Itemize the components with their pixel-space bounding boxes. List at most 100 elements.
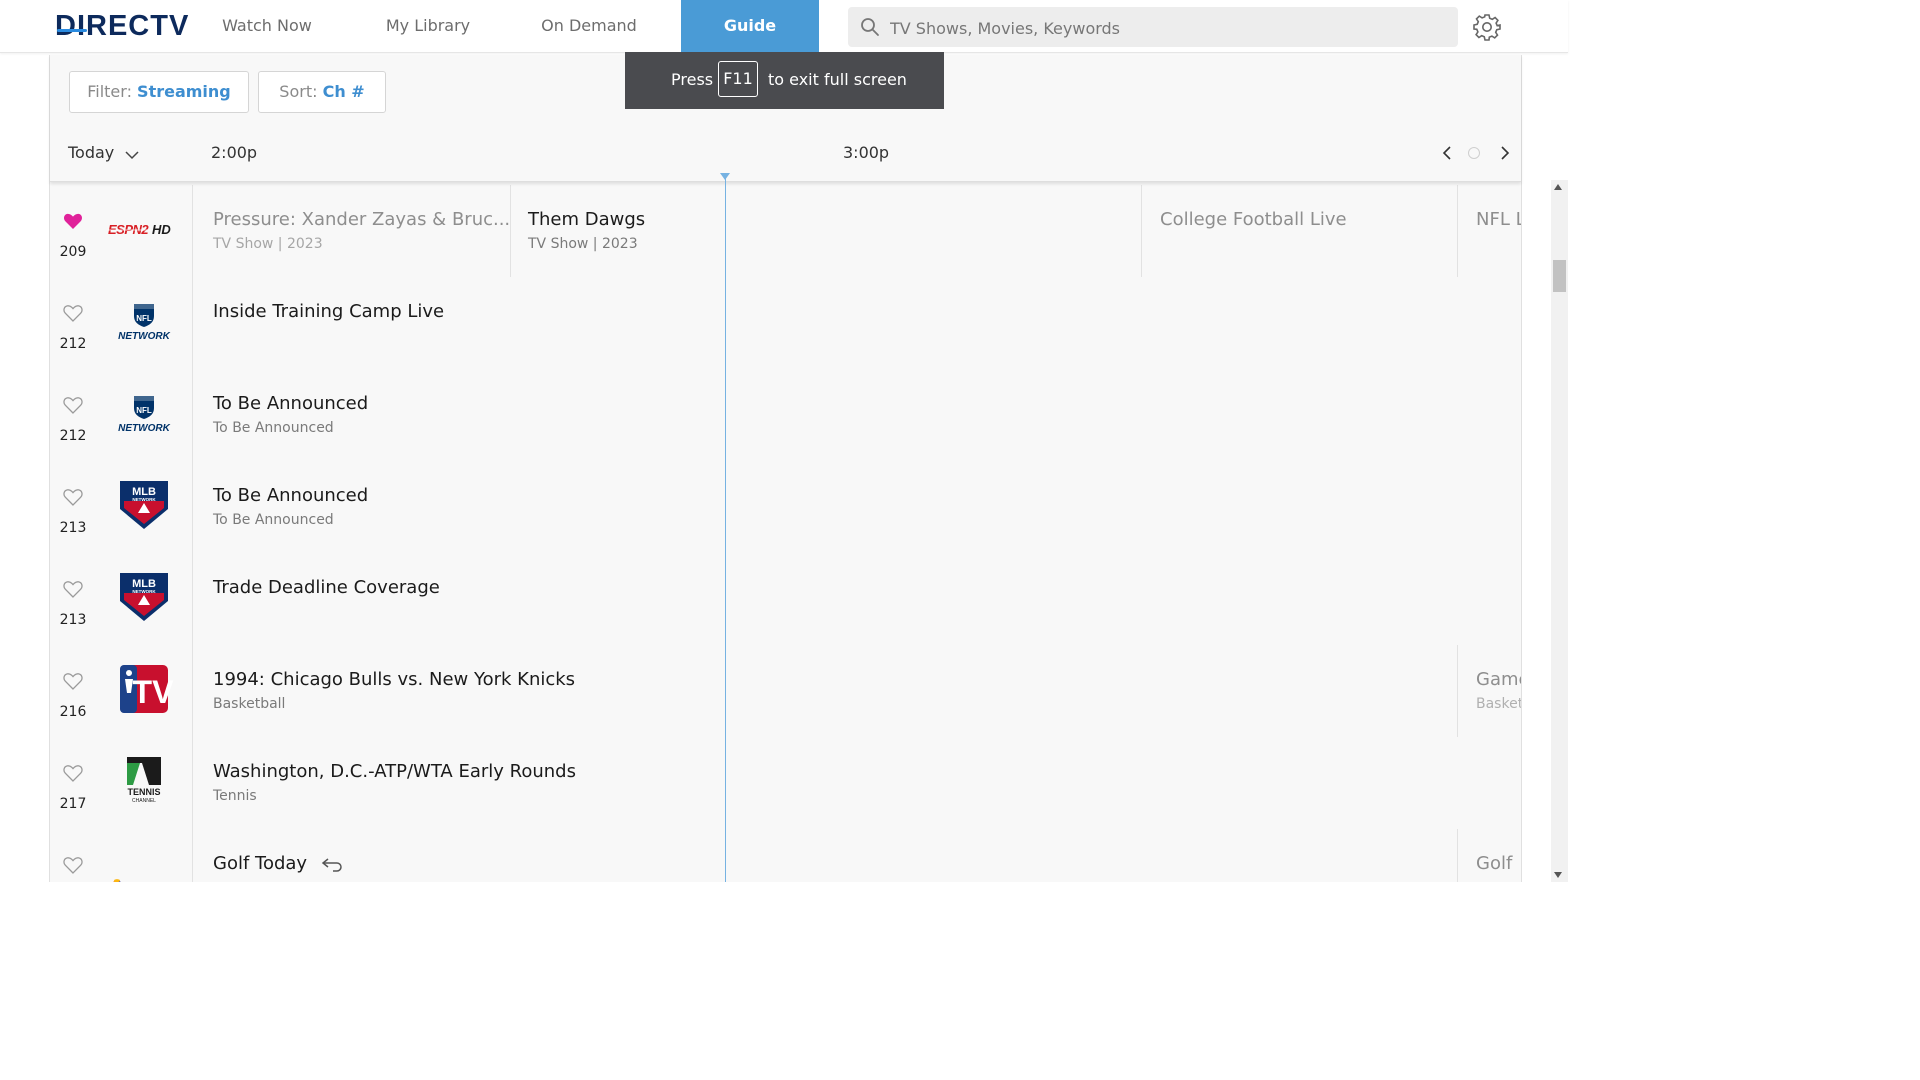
svg-text:ESPN2: ESPN2 — [108, 222, 149, 237]
nav-my-library[interactable]: My Library — [362, 0, 494, 52]
channel-info[interactable]: 212 NFL NETWORK — [50, 369, 193, 461]
program-title: Golf — [1476, 853, 1513, 874]
heart-icon[interactable] — [63, 211, 83, 231]
svg-text:NETWORK: NETWORK — [118, 331, 170, 342]
current-time-line — [725, 175, 726, 882]
program-cell[interactable] — [726, 185, 1142, 277]
search-input[interactable] — [888, 7, 1452, 49]
program-title: Washington, D.C.-ATP/WTA Early Rounds — [213, 761, 576, 782]
filter-button[interactable]: Filter: Streaming — [69, 71, 249, 113]
channel-info[interactable]: 216 TV — [50, 645, 193, 737]
program-subtitle: To Be Announced — [213, 420, 334, 436]
chevron-right-icon[interactable] — [1498, 145, 1512, 161]
current-time-marker — [720, 173, 730, 180]
channel-row: 217 TENNIS CHANNEL Washington, D.C.-ATP/… — [50, 737, 1521, 830]
scroll-down-arrow[interactable] — [1554, 872, 1562, 878]
channel-number: 212 — [59, 428, 87, 444]
svg-text:NETWORK: NETWORK — [132, 497, 156, 502]
nav-on-demand[interactable]: On Demand — [522, 0, 656, 52]
channel-row: 212 NFL NETWORK Inside Training Camp Liv… — [50, 277, 1521, 370]
program-title: Golf Today — [213, 853, 308, 874]
heart-icon[interactable] — [63, 487, 83, 507]
directv-logo[interactable]: DIRECTV — [55, 10, 189, 42]
channel-info[interactable]: 213 MLB NETWORK — [50, 461, 193, 553]
program-cell[interactable]: NFL L — [1458, 185, 1521, 277]
channel-row: 213 MLB NETWORK Trade Deadline Coverage — [50, 553, 1521, 646]
channel-number: 209 — [59, 244, 87, 260]
program-title: NFL L — [1476, 209, 1521, 230]
search-box[interactable] — [848, 7, 1458, 49]
program-title: 1994: Chicago Bulls vs. New York Knicks — [213, 669, 576, 690]
heart-icon[interactable] — [63, 303, 83, 323]
channel-number: 212 — [59, 336, 87, 352]
scrollbar-thumb[interactable] — [1553, 260, 1566, 292]
svg-text:TENNIS: TENNIS — [127, 787, 160, 797]
program-cell[interactable]: Trade Deadline Coverage — [193, 553, 1521, 645]
toast-key: F11 — [718, 61, 758, 97]
program-subtitle: Basket — [1476, 696, 1521, 712]
channel-info[interactable]: 217 TENNIS CHANNEL — [50, 737, 193, 829]
sort-button[interactable]: Sort: Ch # — [258, 71, 386, 113]
program-cell[interactable]: To Be Announced To Be Announced — [193, 369, 1521, 461]
day-selector[interactable]: Today — [68, 143, 139, 162]
program-title: Them Dawgs — [528, 209, 646, 230]
channel-info[interactable]: 209 ESPN2 HD — [50, 185, 193, 277]
heart-icon[interactable] — [63, 671, 83, 691]
tv-guide: Filter: Streaming Sort: Ch # Today 2:00p… — [49, 55, 1522, 882]
program-cell[interactable]: Pressure: Xander Zayas & Bruc... TV Show… — [193, 185, 511, 277]
heart-icon[interactable] — [63, 579, 83, 599]
program-title: Game — [1476, 669, 1521, 690]
nav-watch-now[interactable]: Watch Now — [202, 0, 332, 52]
toast-text-after: to exit full screen — [768, 70, 907, 89]
restart-icon — [321, 858, 342, 872]
channel-number: 216 — [59, 704, 87, 720]
channel-rows: 209 ESPN2 HD Pressure: Xander Zayas & Br… — [50, 185, 1521, 882]
nfl-network-logo: NFL NETWORK — [118, 304, 171, 342]
heart-icon[interactable] — [63, 763, 83, 783]
svg-text:TV: TV — [133, 674, 175, 710]
program-cell[interactable]: Golf — [1458, 829, 1521, 882]
fullscreen-toast: Press F11 to exit full screen — [625, 52, 944, 109]
program-title: College Football Live — [1160, 209, 1347, 230]
program-subtitle: Basketball — [213, 696, 286, 712]
program-cell[interactable]: Golf Today — [193, 829, 1458, 882]
channel-info[interactable]: GOLF — [50, 829, 193, 882]
channel-row: 213 MLB NETWORK To Be Announced To Be An… — [50, 461, 1521, 554]
program-subtitle: Tennis — [213, 788, 257, 804]
filter-value: Streaming — [137, 82, 231, 101]
svg-text:HD: HD — [152, 222, 171, 237]
channel-number: 213 — [59, 520, 87, 536]
chevron-left-icon[interactable] — [1440, 145, 1454, 161]
program-cell[interactable]: To Be Announced To Be Announced — [193, 461, 1521, 553]
toast-text-before: Press — [671, 70, 714, 89]
program-cell[interactable]: Game Basket — [1458, 645, 1521, 737]
channel-row: GOLF Golf Today Golf — [50, 829, 1521, 882]
nav-guide[interactable]: Guide — [681, 0, 819, 52]
heart-icon[interactable] — [63, 855, 83, 875]
program-cell[interactable]: 1994: Chicago Bulls vs. New York Knicks … — [193, 645, 1458, 737]
program-title: Trade Deadline Coverage — [213, 577, 440, 598]
heart-icon[interactable] — [63, 395, 83, 415]
svg-text:NFL: NFL — [136, 406, 152, 415]
svg-text:NFL: NFL — [136, 314, 152, 323]
nba-tv-logo: TV — [120, 665, 175, 713]
program-cell[interactable]: Them Dawgs TV Show | 2023 — [511, 185, 726, 277]
program-cell[interactable]: Inside Training Camp Live — [193, 277, 1521, 369]
program-subtitle: To Be Announced — [213, 512, 334, 528]
channel-row: 212 NFL NETWORK To Be Announced To Be An… — [50, 369, 1521, 462]
program-cell[interactable]: College Football Live — [1142, 185, 1458, 277]
mlb-network-logo: MLB NETWORK — [120, 481, 168, 529]
now-indicator-dot[interactable] — [1468, 147, 1480, 159]
time-slot-label: 2:00p — [211, 143, 258, 162]
gear-icon[interactable] — [1472, 12, 1502, 42]
vertical-scrollbar[interactable] — [1551, 180, 1568, 882]
channel-info[interactable]: 212 NFL NETWORK — [50, 277, 193, 369]
channel-info[interactable]: 213 MLB NETWORK — [50, 553, 193, 645]
program-cell[interactable]: Washington, D.C.-ATP/WTA Early Rounds Te… — [193, 737, 1521, 829]
scroll-up-arrow[interactable] — [1554, 184, 1562, 190]
logo-text: DIRECTV — [55, 10, 190, 42]
channel-row: 209 ESPN2 HD Pressure: Xander Zayas & Br… — [50, 185, 1521, 278]
svg-text:NETWORK: NETWORK — [132, 589, 156, 594]
channel-number: 213 — [59, 612, 87, 628]
program-subtitle: TV Show | 2023 — [528, 236, 638, 252]
